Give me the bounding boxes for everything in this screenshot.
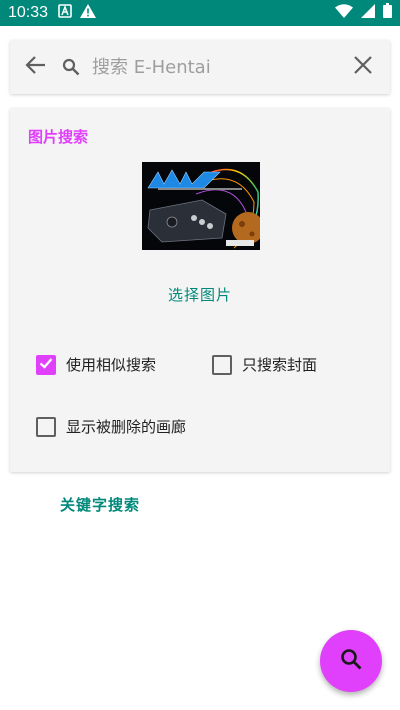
close-icon	[353, 55, 373, 79]
cover-only-checkbox[interactable]	[212, 354, 232, 375]
notification-a-icon	[58, 3, 72, 23]
image-search-card: 图片搜索 选择图片 使用相似搜索 只搜索封面 显示被删除的画廊	[10, 108, 390, 472]
selected-image-thumbnail[interactable]	[142, 162, 260, 250]
keyword-search-button[interactable]: 关键字搜索	[60, 494, 140, 515]
image-search-title: 图片搜索	[28, 128, 89, 146]
wifi-icon	[335, 3, 353, 23]
search-bar	[10, 40, 390, 94]
search-icon	[339, 647, 363, 675]
search-fab[interactable]	[320, 630, 382, 692]
status-time: 10:33	[8, 4, 49, 21]
signal-icon	[361, 3, 375, 23]
similar-search-label: 使用相似搜索	[66, 356, 157, 374]
arrow-back-icon	[25, 54, 47, 80]
show-expunged-checkbox[interactable]	[36, 416, 56, 437]
search-input[interactable]	[92, 47, 336, 87]
clear-button[interactable]	[336, 40, 390, 94]
show-expunged-checkbox-row[interactable]: 显示被删除的画廊	[36, 416, 186, 437]
check-icon	[38, 355, 54, 375]
status-bar: 10:33	[0, 0, 400, 26]
cover-only-label: 只搜索封面	[242, 356, 318, 374]
show-expunged-label: 显示被删除的画廊	[66, 418, 187, 436]
back-button[interactable]	[10, 40, 62, 94]
battery-icon	[383, 3, 392, 23]
choose-image-button[interactable]: 选择图片	[10, 284, 390, 305]
search-icon	[62, 58, 92, 76]
similar-search-checkbox-row[interactable]: 使用相似搜索	[36, 354, 156, 375]
similar-search-checkbox[interactable]	[36, 354, 56, 375]
warning-icon	[80, 3, 97, 23]
cover-only-checkbox-row[interactable]: 只搜索封面	[212, 354, 317, 375]
